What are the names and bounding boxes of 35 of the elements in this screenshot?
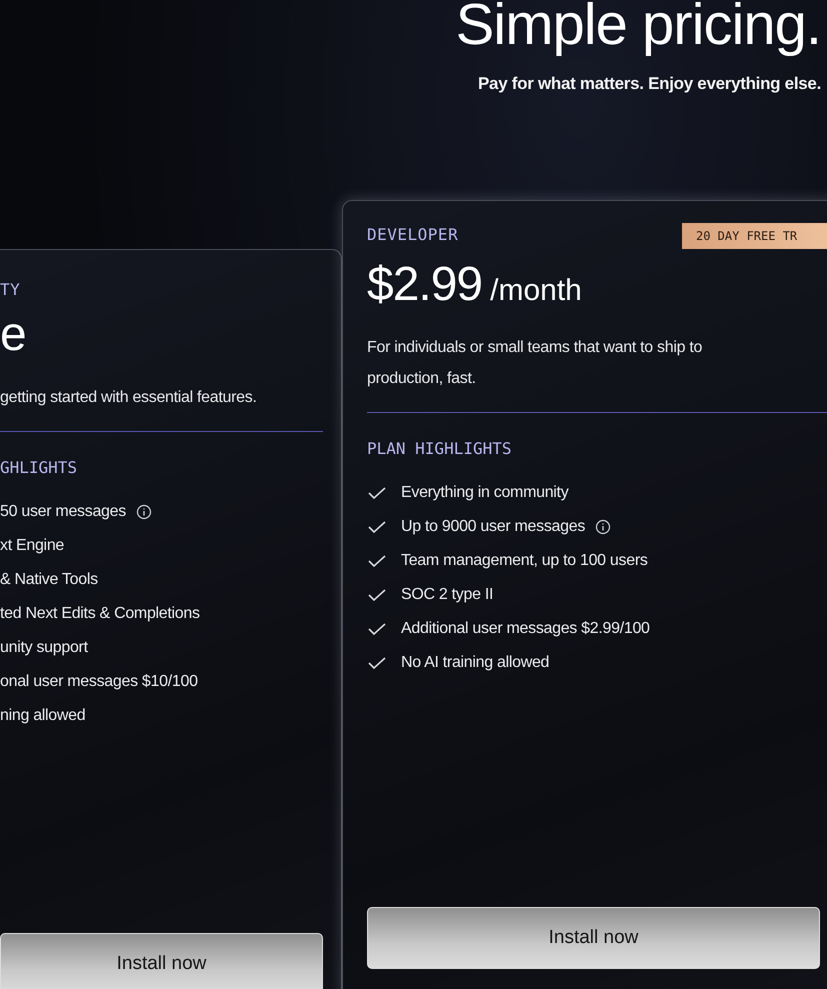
highlights-heading: GHLIGHTS <box>0 458 78 477</box>
price-period: /month <box>490 274 582 308</box>
trial-badge: 20 DAY FREE TR <box>682 223 827 249</box>
plan-name: DEVELOPER <box>367 225 458 244</box>
feature-text: onal user messages $10/100 <box>0 673 198 691</box>
check-icon <box>367 588 387 602</box>
info-icon[interactable] <box>136 504 152 520</box>
feature-text: Up to 9000 user messages <box>401 518 586 536</box>
install-button[interactable]: Install now <box>0 933 323 989</box>
plan-price: $2.99 <box>367 257 482 312</box>
plan-description: getting started with essential features. <box>0 388 258 408</box>
feature-text: Everything in community <box>401 484 568 502</box>
plan-name: TY <box>0 280 20 299</box>
check-icon <box>367 486 387 500</box>
check-icon <box>367 520 387 534</box>
plan-price: e <box>0 307 26 362</box>
check-icon <box>367 554 387 568</box>
page-title: Simple pricing. <box>456 0 821 59</box>
highlights-heading: PLAN HIGHLIGHTS <box>367 439 512 458</box>
feature-text: No AI training allowed <box>401 654 550 672</box>
feature-text: Additional user messages $2.99/100 <box>401 620 650 638</box>
feature-text: & Native Tools <box>0 571 98 589</box>
feature-text: SOC 2 type II <box>401 586 494 604</box>
plan-description: For individuals or small teams that want to ship to production, fast. <box>367 338 704 389</box>
feature-text: 50 user messages <box>0 503 126 521</box>
install-button[interactable]: Install now <box>367 907 820 969</box>
page-subtitle: Pay for what matters. Enjoy everything else. <box>478 74 821 94</box>
feature-text: ning allowed <box>0 707 86 725</box>
feature-text: Team management, up to 100 users <box>401 552 648 570</box>
check-icon <box>367 656 387 670</box>
feature-text: ted Next Edits & Completions <box>0 605 200 623</box>
feature-text: unity support <box>0 639 88 657</box>
feature-text: xt Engine <box>0 537 64 555</box>
check-icon <box>367 622 387 636</box>
info-icon[interactable] <box>595 519 612 535</box>
